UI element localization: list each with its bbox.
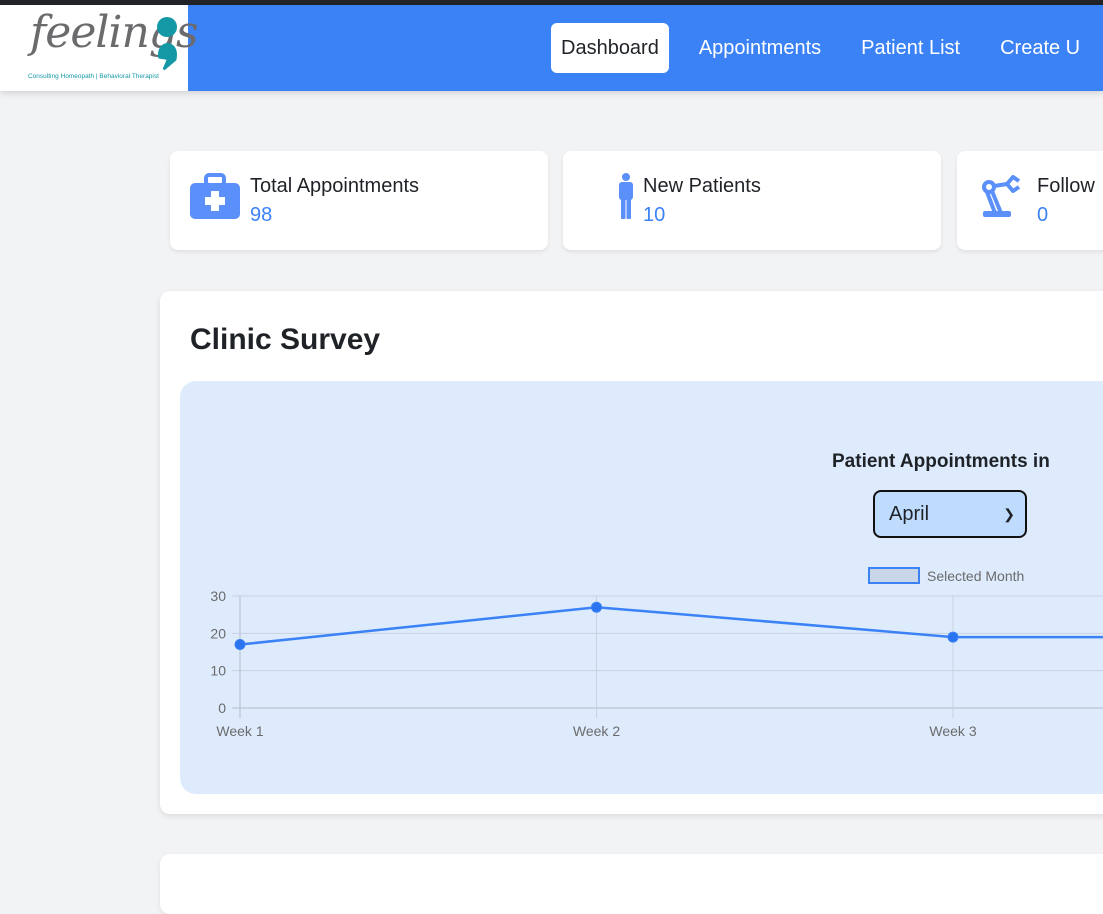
stat-card-follow-up: Follow 0 — [957, 151, 1103, 250]
top-navbar: feelings Consulting Homeopath | Behavior… — [0, 5, 1103, 91]
chart-panel: Patient Appointments in April ❯ Selected… — [180, 381, 1103, 794]
stat-card-total-appointments: Total Appointments 98 — [170, 151, 548, 250]
y-tick-label: 20 — [210, 625, 226, 641]
x-tick-label: Week 1 — [216, 723, 263, 739]
next-section-card — [160, 854, 1103, 914]
logo[interactable]: feelings Consulting Homeopath | Behavior… — [0, 5, 199, 91]
clinic-survey-card: Clinic Survey Patient Appointments in Ap… — [160, 291, 1103, 814]
medical-kit-icon — [190, 173, 240, 219]
y-tick-label: 0 — [218, 700, 226, 716]
data-point — [591, 601, 602, 613]
stat-card-new-patients: New Patients 10 — [563, 151, 941, 250]
stat-label: Follow — [1037, 175, 1095, 197]
main-nav: Dashboard Appointments Patient List Crea… — [551, 23, 1103, 73]
stat-value: 10 — [643, 204, 666, 226]
series-line — [239, 605, 1103, 646]
y-tick-label: 10 — [210, 663, 226, 679]
stat-label: Total Appointments — [250, 175, 419, 197]
data-point — [234, 639, 246, 651]
person-icon — [619, 173, 633, 219]
x-tick-label: Week 3 — [929, 723, 976, 739]
robotic-arm-icon — [982, 175, 1021, 217]
nav-create-user[interactable]: Create U — [990, 23, 1090, 73]
logo-semicolon-dot — [157, 17, 177, 37]
data-point — [947, 631, 959, 643]
x-tick-label: Week 2 — [573, 723, 620, 739]
stat-label: New Patients — [643, 175, 761, 197]
nav-patient-list[interactable]: Patient List — [851, 23, 970, 73]
stat-value: 98 — [250, 204, 273, 226]
stat-value: 0 — [1037, 204, 1049, 226]
y-tick-label: 30 — [210, 588, 226, 604]
nav-dashboard[interactable]: Dashboard — [551, 23, 669, 73]
line-chart: 0102030Week 1Week 2Week 3Week 4 — [210, 588, 1103, 739]
logo-tagline: Consulting Homeopath | Behavioral Therap… — [28, 73, 159, 80]
nav-appointments[interactable]: Appointments — [689, 23, 831, 73]
logo-semicolon-comma — [158, 43, 177, 71]
section-title: Clinic Survey — [190, 323, 381, 356]
